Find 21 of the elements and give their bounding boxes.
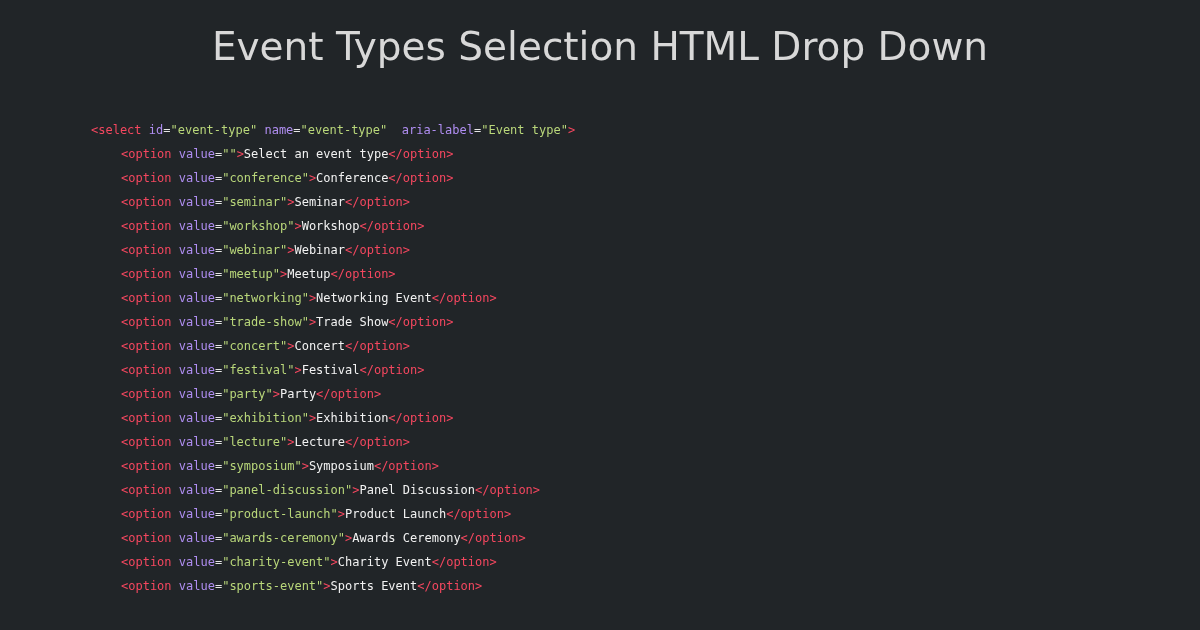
code-line: <option value="trade-show">Trade Show</option>: [121, 314, 454, 331]
code-line: <select id="event-type" name="event-type" aria-label="Event type">: [91, 122, 576, 139]
page-title: Event Types Selection HTML Drop Down: [210, 23, 990, 71]
code-line: <option value="awards-ceremony">Awards Ceremony</option>: [121, 530, 526, 547]
code-line: <option value="concert">Concert</option>: [121, 338, 411, 355]
code-line: <option value="charity-event">Charity Event</option>: [121, 554, 497, 571]
code-line: <option value="webinar">Webinar</option>: [121, 242, 411, 259]
code-line: <option value="networking">Networking Event</option>: [121, 290, 497, 307]
code-line: <option value="festival">Festival</option>: [121, 362, 425, 379]
code-line: <option value="meetup">Meetup</option>: [121, 266, 396, 283]
code-line: <option value="">Select an event type</option>: [121, 146, 454, 163]
code-line: <option value="sports-event">Sports Event</option>: [121, 578, 483, 595]
code-line: <option value="panel-discussion">Panel Discussion</option>: [121, 482, 541, 499]
code-line: <option value="workshop">Workshop</option>: [121, 218, 425, 235]
code-line: <option value="seminar">Seminar</option>: [121, 194, 411, 211]
code-line: <option value="symposium">Symposium</option>: [121, 458, 439, 475]
code-line: <option value="conference">Conference</option>: [121, 170, 454, 187]
code-line: <option value="lecture">Lecture</option>: [121, 434, 411, 451]
code-line: <option value="product-launch">Product Launch</option>: [121, 506, 512, 523]
code-line: <option value="party">Party</option>: [121, 386, 382, 403]
code-line: <option value="exhibition">Exhibition</option>: [121, 410, 454, 427]
